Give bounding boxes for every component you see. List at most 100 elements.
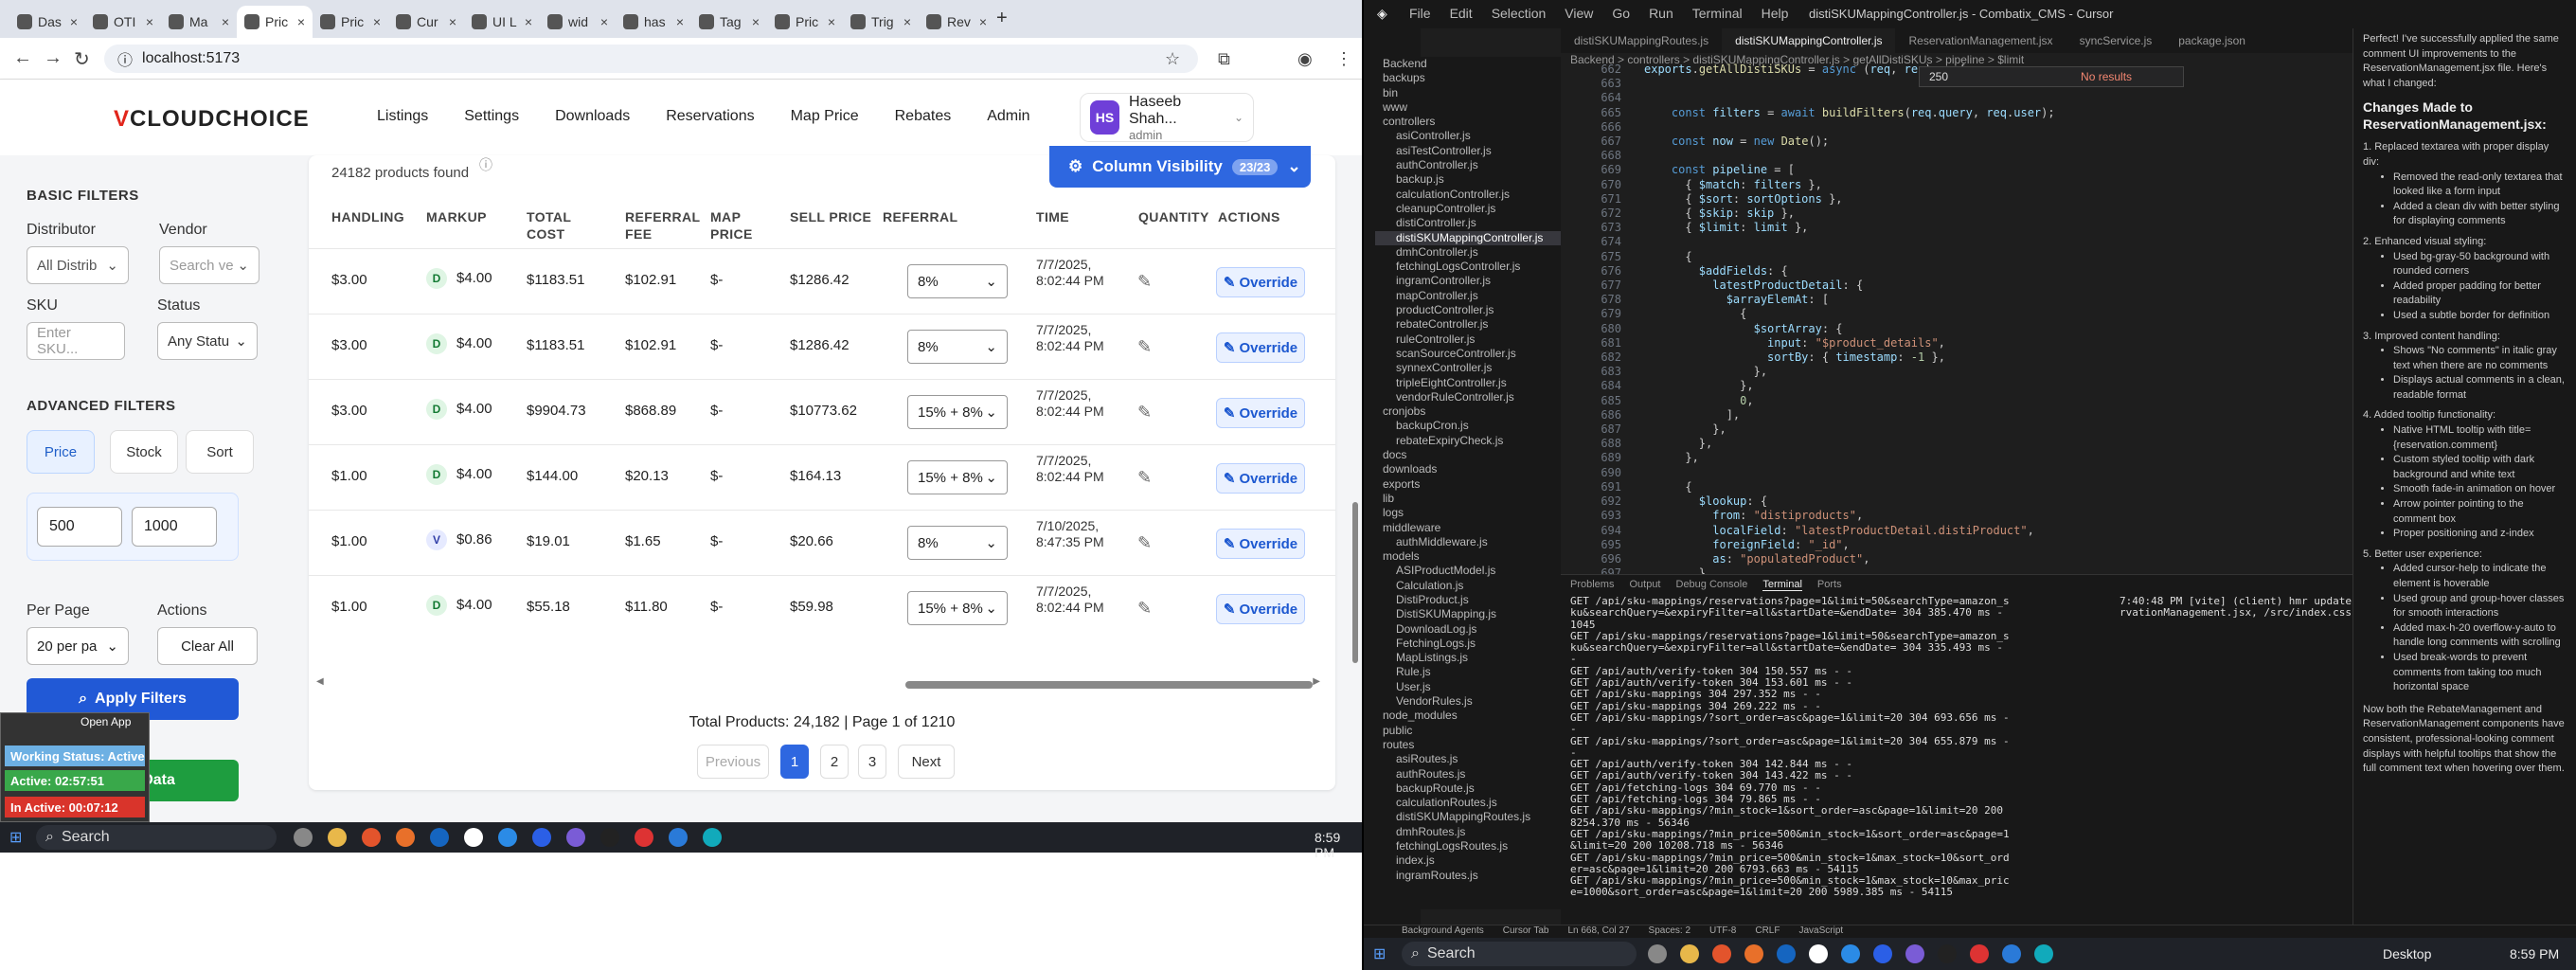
status-item[interactable]: Spaces: 2 <box>1649 925 1690 938</box>
close-icon[interactable]: × <box>600 14 608 29</box>
open-app-button[interactable]: Open App <box>80 715 131 728</box>
user-menu[interactable]: HS Haseeb Shah... admin ⌄ <box>1080 93 1254 142</box>
edit-quantity-icon[interactable]: ✎ <box>1137 599 1152 619</box>
page-1-button[interactable]: 1 <box>780 745 809 779</box>
page-3-button[interactable]: 3 <box>858 745 886 779</box>
tab-sort[interactable]: Sort <box>186 430 254 474</box>
close-icon[interactable]: × <box>70 14 78 29</box>
explorer-item[interactable]: mapController.js <box>1375 289 1561 303</box>
explorer-item[interactable]: Calculation.js <box>1375 579 1561 593</box>
browser-tab[interactable]: has × <box>616 6 691 38</box>
explorer-item[interactable]: backupCron.js <box>1375 419 1561 433</box>
taskbar-app-icon[interactable] <box>362 828 381 847</box>
taskbar-app-icon[interactable] <box>1873 944 1892 963</box>
close-icon[interactable]: × <box>449 14 456 29</box>
browser-tab[interactable]: Pric × <box>313 6 388 38</box>
reload-icon[interactable]: ↻ <box>74 47 90 71</box>
explorer-item[interactable]: ruleController.js <box>1375 332 1561 347</box>
nav-listings[interactable]: Listings <box>377 108 428 125</box>
explorer-item[interactable]: middleware <box>1375 521 1561 535</box>
editor-tab[interactable]: package.json <box>2165 28 2259 53</box>
windows-start-icon[interactable]: ⊞ <box>1373 944 1386 963</box>
explorer-item[interactable]: index.js <box>1375 853 1561 868</box>
close-icon[interactable]: × <box>297 14 305 29</box>
explorer-item[interactable]: bin <box>1375 86 1561 100</box>
editor-tab[interactable]: distiSKUMappingRoutes.js <box>1561 28 1722 53</box>
browser-menu-icon[interactable]: ⋮ <box>1335 49 1352 69</box>
browser-tab[interactable]: Pric × <box>767 6 843 38</box>
edit-quantity-icon[interactable]: ✎ <box>1137 272 1152 292</box>
code-editor[interactable]: 662 exports.getAllDistiSKUs = async (req,… <box>1561 63 2352 574</box>
taskbar-clock[interactable]: 8:59 PM <box>2510 946 2559 961</box>
nav-settings[interactable]: Settings <box>464 108 519 125</box>
column-visibility-button[interactable]: ⚙ Column Visibility 23/23 ⌄ <box>1049 146 1311 188</box>
close-icon[interactable]: × <box>222 14 229 29</box>
explorer-item[interactable]: DownloadLog.js <box>1375 622 1561 637</box>
min-price-input[interactable]: 500 <box>37 507 122 547</box>
new-tab-icon[interactable]: + <box>996 8 1008 29</box>
status-item[interactable]: CRLF <box>1755 925 1780 938</box>
referral-select[interactable]: 8% ⌄ <box>907 264 1008 298</box>
explorer-item[interactable]: calculationRoutes.js <box>1375 796 1561 810</box>
bookmark-star-icon[interactable]: ☆ <box>1165 49 1180 69</box>
explorer-item[interactable]: backup.js <box>1375 172 1561 187</box>
menu-edit[interactable]: Edit <box>1450 6 1473 21</box>
explorer-item[interactable]: Backend <box>1375 57 1561 71</box>
browser-tab[interactable]: Tag × <box>691 6 767 38</box>
status-select[interactable]: Any Statu ⌄ <box>157 322 258 360</box>
distributor-select[interactable]: All Distrib ⌄ <box>27 246 129 284</box>
explorer-item[interactable]: backupRoute.js <box>1375 781 1561 796</box>
override-button[interactable]: ✎ Override <box>1216 332 1305 363</box>
browser-tab[interactable]: UI L × <box>464 6 540 38</box>
explorer-item[interactable]: www <box>1375 100 1561 115</box>
taskbar-clock[interactable]: 8:59 PM <box>1315 830 1362 860</box>
find-input[interactable]: 250 <box>1929 70 1948 83</box>
tab-price[interactable]: Price <box>27 430 95 474</box>
edit-quantity-icon[interactable]: ✎ <box>1137 468 1152 488</box>
taskbar-app-icon[interactable] <box>396 828 415 847</box>
explorer-item[interactable]: vendorRuleController.js <box>1375 390 1561 404</box>
explorer-item[interactable]: rebateController.js <box>1375 317 1561 332</box>
column-header[interactable]: REFERRAL <box>883 208 957 225</box>
explorer-item[interactable]: logs <box>1375 506 1561 520</box>
explorer-item[interactable]: calculationController.js <box>1375 188 1561 202</box>
status-item[interactable]: Background Agents <box>1402 925 1484 938</box>
explorer-item[interactable]: docs <box>1375 448 1561 462</box>
column-header[interactable]: HANDLING <box>331 208 404 225</box>
taskbar-app-icon[interactable] <box>669 828 688 847</box>
status-item[interactable]: UTF-8 <box>1709 925 1736 938</box>
explorer-item[interactable]: distiSKUMappingController.js <box>1375 230 1561 245</box>
referral-select[interactable]: 8% ⌄ <box>907 526 1008 560</box>
close-icon[interactable]: × <box>146 14 153 29</box>
editor-tab[interactable]: distiSKUMappingController.js <box>1722 28 1896 53</box>
explorer-item[interactable]: ingramRoutes.js <box>1375 869 1561 883</box>
explorer-item[interactable]: scanSourceController.js <box>1375 347 1561 361</box>
scroll-left-icon[interactable]: ◀ <box>316 676 324 687</box>
taskbar-app-icon[interactable] <box>294 828 313 847</box>
explorer-item[interactable]: dmhRoutes.js <box>1375 825 1561 839</box>
edit-quantity-icon[interactable]: ✎ <box>1137 337 1152 357</box>
taskbar-app-icon[interactable] <box>1970 944 1989 963</box>
clear-all-button[interactable]: Clear All <box>157 627 258 665</box>
explorer-item[interactable]: cronjobs <box>1375 404 1561 419</box>
explorer-item[interactable]: distiController.js <box>1375 216 1561 230</box>
explorer-item[interactable]: public <box>1375 724 1561 738</box>
max-price-input[interactable]: 1000 <box>132 507 217 547</box>
taskbar-app-icon[interactable] <box>430 828 449 847</box>
column-header[interactable]: TIME <box>1036 208 1069 225</box>
status-item[interactable]: Ln 668, Col 27 <box>1567 925 1629 938</box>
override-button[interactable]: ✎ Override <box>1216 594 1305 624</box>
column-header[interactable]: TOTAL COST <box>527 208 593 242</box>
override-button[interactable]: ✎ Override <box>1216 463 1305 494</box>
explorer-item[interactable]: routes <box>1375 738 1561 752</box>
close-icon[interactable]: × <box>979 14 987 29</box>
taskbar-app-icon[interactable] <box>1744 944 1763 963</box>
profile-icon[interactable]: ◉ <box>1297 49 1313 69</box>
previous-page-button[interactable]: Previous <box>697 745 769 779</box>
terminal-output[interactable]: GET /api/sku-mappings/reservations?page=… <box>1570 596 2101 908</box>
explorer-item[interactable]: ASIProductModel.js <box>1375 564 1561 578</box>
panel-tab[interactable]: Output <box>1629 579 1660 591</box>
page-vertical-scrollbar[interactable] <box>1351 256 1360 786</box>
taskbar-app-icon[interactable] <box>600 828 619 847</box>
explorer-item[interactable]: lib <box>1375 492 1561 506</box>
